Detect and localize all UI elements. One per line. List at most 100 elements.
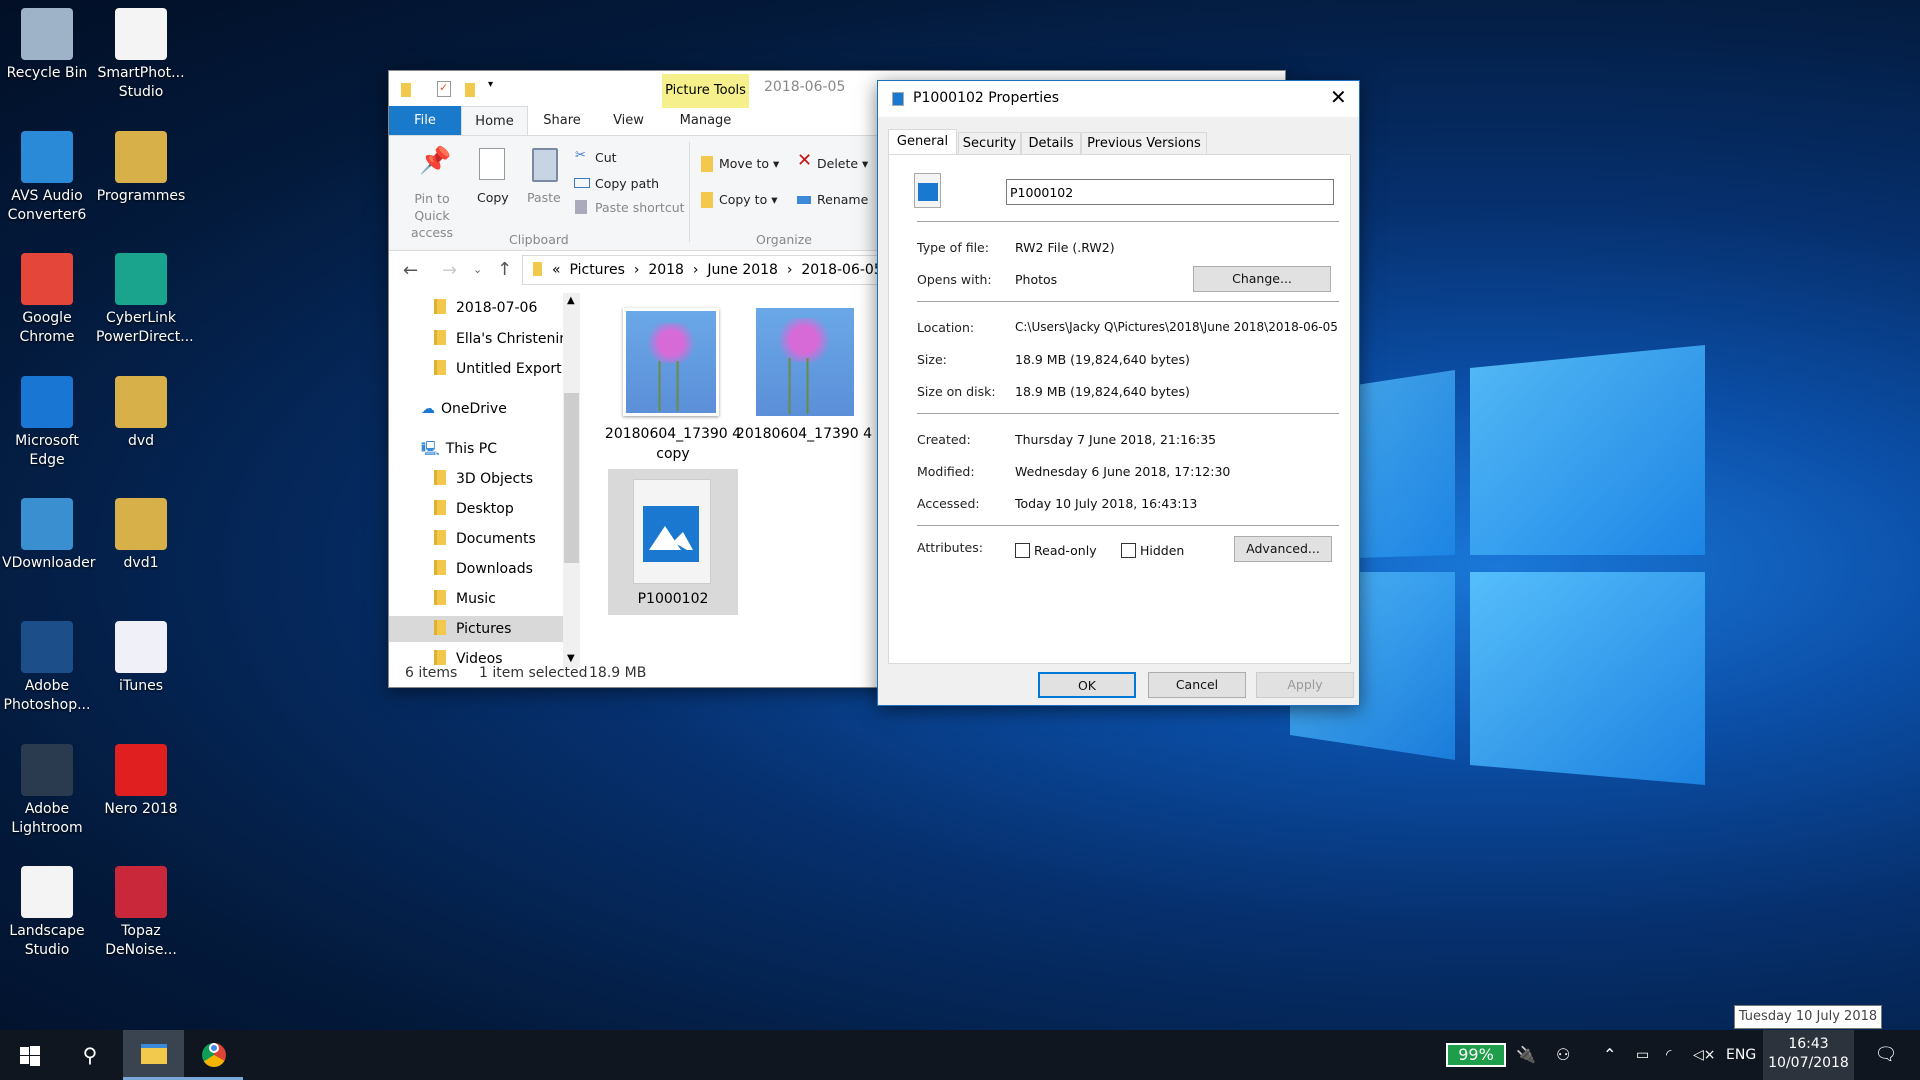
desktop-icon[interactable]: Programmes bbox=[96, 130, 186, 206]
wifi-icon[interactable]: ◜ bbox=[1666, 1030, 1686, 1080]
delete-button[interactable]: Delete ▾ bbox=[817, 156, 868, 171]
pin-icon: 📌 bbox=[419, 146, 452, 176]
properties-quick-icon[interactable]: ✓ bbox=[437, 81, 451, 97]
desktop-icon[interactable]: dvd1 bbox=[96, 498, 186, 573]
apply-button[interactable]: Apply bbox=[1256, 672, 1354, 698]
tab-view[interactable]: View bbox=[596, 106, 661, 135]
close-button[interactable]: ✕ bbox=[1330, 85, 1347, 109]
file-type-icon bbox=[914, 173, 941, 208]
nav-item[interactable]: Downloads bbox=[389, 556, 563, 582]
recent-locations-button[interactable]: ⌄ bbox=[473, 263, 482, 276]
language-indicator[interactable]: ENG bbox=[1726, 1030, 1758, 1080]
desktop-icon[interactable]: Adobe Lightroom bbox=[2, 743, 92, 838]
speaker-muted-icon[interactable]: ◁× bbox=[1693, 1030, 1717, 1080]
desktop-icon[interactable]: AVS Audio Converter6 bbox=[2, 130, 92, 225]
type-label: Type of file: bbox=[917, 240, 989, 255]
windows-icon bbox=[20, 1046, 40, 1066]
clock[interactable]: 16:43 10/07/2018 bbox=[1763, 1030, 1854, 1080]
readonly-checkbox[interactable]: Read-only bbox=[1015, 543, 1097, 558]
change-button[interactable]: Change... bbox=[1193, 266, 1331, 292]
paste-shortcut-button[interactable]: Paste shortcut bbox=[595, 200, 685, 215]
dialog-title: P1000102 Properties bbox=[913, 90, 1059, 106]
app-icon bbox=[21, 743, 73, 796]
nav-item[interactable]: 3D Objects bbox=[389, 466, 563, 492]
advanced-button[interactable]: Advanced... bbox=[1234, 536, 1332, 562]
tab-previous-versions[interactable]: Previous Versions bbox=[1081, 132, 1207, 155]
nav-scrollbar[interactable]: ▲ ▼ bbox=[563, 293, 580, 668]
file-name[interactable]: 20180604_17390 4 bbox=[734, 424, 874, 444]
breadcrumb-pictures[interactable]: Pictures bbox=[569, 262, 624, 278]
start-button[interactable] bbox=[0, 1030, 60, 1080]
customize-toolbar-icon[interactable]: ▾ bbox=[488, 79, 493, 90]
desktop-icon[interactable]: Google Chrome bbox=[2, 253, 92, 347]
nav-item[interactable]: 2018-07-06 bbox=[389, 295, 563, 321]
nav-item[interactable]: Desktop bbox=[389, 496, 563, 522]
created-value: Thursday 7 June 2018, 21:16:35 bbox=[1015, 432, 1217, 447]
nav-item[interactable]: Pictures bbox=[389, 616, 563, 642]
photo-thumbnail[interactable] bbox=[623, 308, 719, 416]
image-file-icon[interactable] bbox=[633, 479, 711, 584]
nav-item[interactable]: Music bbox=[389, 586, 563, 612]
battery-icon[interactable]: ▭ bbox=[1636, 1030, 1656, 1080]
desktop-icon[interactable]: CyberLink PowerDirect... bbox=[96, 253, 194, 347]
breadcrumb-2018[interactable]: 2018 bbox=[648, 262, 684, 278]
desktop-icon-label: Topaz DeNoise... bbox=[105, 923, 177, 959]
tab-security[interactable]: Security bbox=[958, 132, 1021, 155]
desktop-icon[interactable]: Microsoft Edge bbox=[2, 375, 92, 470]
desktop-icon[interactable]: dvd bbox=[96, 375, 186, 451]
breadcrumb-2018-06-05[interactable]: 2018-06-05 bbox=[801, 262, 882, 278]
tab-file[interactable]: File bbox=[389, 106, 461, 135]
nav-item[interactable]: Untitled Export bbox=[389, 356, 563, 382]
tab-share[interactable]: Share bbox=[528, 106, 596, 135]
cut-button[interactable]: Cut bbox=[595, 150, 617, 165]
file-name-selected[interactable]: P1000102 bbox=[608, 591, 738, 607]
nav-item[interactable]: ☁ OneDrive bbox=[389, 396, 563, 422]
taskbar-file-explorer[interactable] bbox=[123, 1030, 184, 1080]
ok-button[interactable]: OK bbox=[1038, 672, 1136, 698]
people-icon[interactable]: ⚇ bbox=[1556, 1030, 1580, 1080]
new-folder-quick-icon[interactable] bbox=[465, 83, 475, 97]
folder-icon bbox=[434, 299, 446, 314]
tab-home[interactable]: Home bbox=[461, 106, 528, 135]
back-button[interactable]: ← bbox=[403, 260, 418, 281]
desktop-icon[interactable]: Topaz DeNoise... bbox=[96, 866, 186, 960]
tab-general[interactable]: General bbox=[888, 129, 957, 155]
file-name[interactable]: 20180604_17390 4 copy bbox=[598, 424, 748, 464]
photo-thumbnail[interactable] bbox=[756, 308, 854, 416]
desktop-icon-label: Adobe Lightroom bbox=[11, 800, 83, 836]
tab-manage[interactable]: Manage bbox=[662, 106, 749, 135]
action-center-icon[interactable]: 🗨 bbox=[1866, 1030, 1906, 1080]
tab-details[interactable]: Details bbox=[1021, 132, 1081, 155]
desktop-icon[interactable]: SmartPhot... Studio bbox=[96, 8, 186, 102]
desktop-icon[interactable]: iTunes bbox=[96, 621, 186, 696]
breadcrumb-june-2018[interactable]: June 2018 bbox=[707, 262, 778, 278]
copy-to-button[interactable]: Copy to ▾ bbox=[719, 192, 777, 207]
pin-quick-access-button[interactable]: Pin to Quick access bbox=[397, 190, 467, 241]
folder-icon bbox=[401, 83, 411, 97]
nav-item[interactable]: Ella's Christening bbox=[389, 326, 563, 352]
nav-item[interactable]: Documents bbox=[389, 526, 563, 552]
app-icon bbox=[115, 621, 167, 673]
desktop-icon[interactable]: Recycle Bin bbox=[2, 8, 92, 83]
up-button[interactable]: ↑ bbox=[497, 259, 512, 280]
nav-item[interactable]: 🖳 This PC bbox=[389, 436, 563, 462]
taskbar-chrome[interactable] bbox=[184, 1030, 243, 1080]
copy-path-button[interactable]: Copy path bbox=[595, 176, 659, 191]
desktop-icon[interactable]: VDownloader bbox=[2, 498, 96, 573]
desktop-icon-label: Landscape Studio bbox=[9, 923, 85, 959]
desktop-icon[interactable]: Landscape Studio bbox=[2, 866, 92, 960]
desktop-icon[interactable]: Adobe Photoshop... bbox=[2, 621, 92, 715]
paste-button[interactable]: Paste bbox=[527, 190, 561, 205]
chevron-up-icon[interactable]: ⌃ bbox=[1603, 1030, 1623, 1080]
battery-percent-badge[interactable]: 99% bbox=[1446, 1043, 1506, 1067]
hidden-checkbox[interactable]: Hidden bbox=[1121, 543, 1184, 558]
cancel-button[interactable]: Cancel bbox=[1148, 672, 1246, 698]
size-on-disk-label: Size on disk: bbox=[917, 384, 996, 399]
forward-button[interactable]: → bbox=[442, 260, 457, 281]
rename-button[interactable]: Rename bbox=[817, 192, 868, 207]
filename-input[interactable] bbox=[1006, 179, 1334, 205]
desktop-icon[interactable]: Nero 2018 bbox=[96, 743, 186, 819]
search-button[interactable]: ⚲ bbox=[60, 1030, 120, 1080]
copy-button[interactable]: Copy bbox=[477, 190, 509, 205]
move-to-button[interactable]: Move to ▾ bbox=[719, 156, 779, 171]
